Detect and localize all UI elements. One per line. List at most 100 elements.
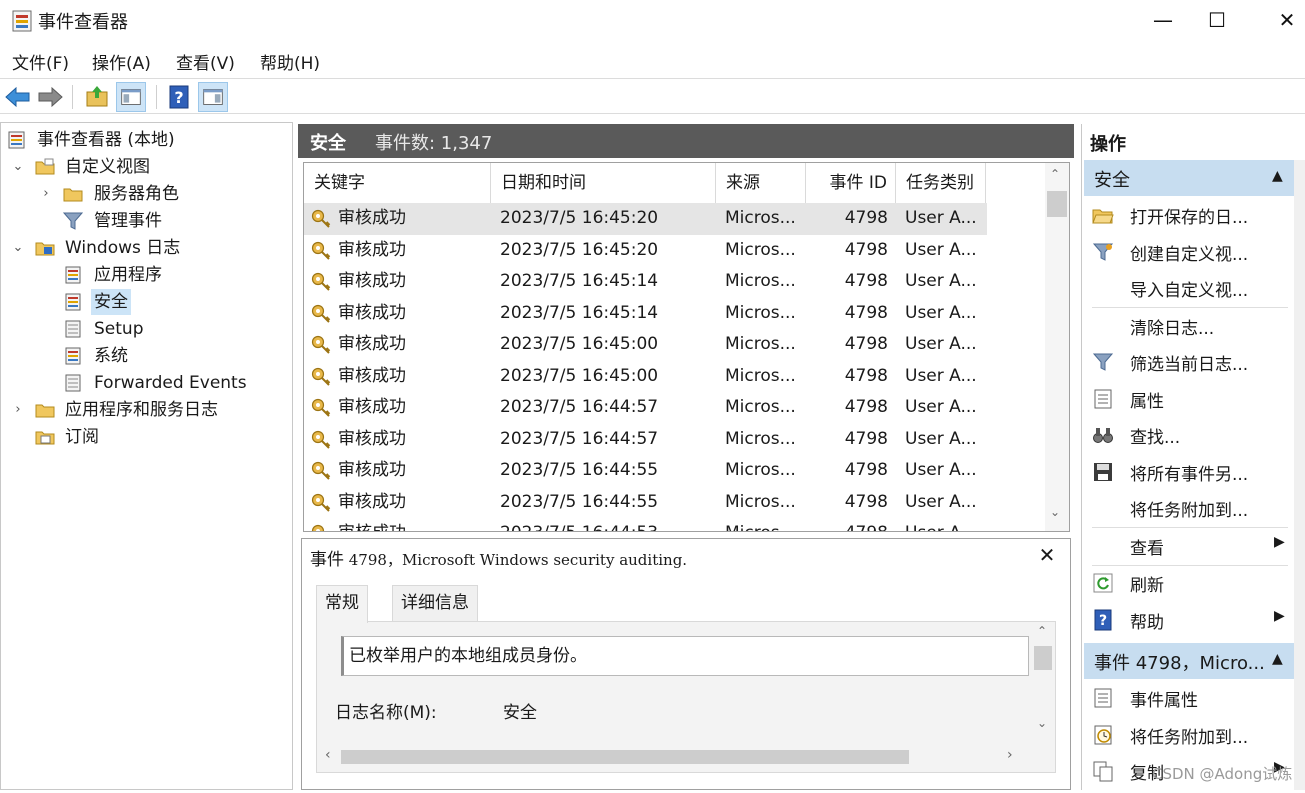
- close-window-button[interactable]: ✕: [1264, 0, 1305, 42]
- event-properties-icon: [1094, 688, 1112, 708]
- cell-event-id: 4798: [806, 518, 888, 531]
- scroll-up-arrow-icon[interactable]: ⌃: [1037, 624, 1047, 638]
- actions-pane: 操作 安全 ▲ 打开保存的日... 创建自定义视... 导入自定义视... 清除日志.…: [1081, 124, 1305, 790]
- tree-item-label: 订阅: [65, 427, 99, 447]
- audit-success-key-icon: [311, 272, 331, 291]
- table-row[interactable]: 审核成功 2023/7/5 16:44:57 Micros... 4798 User A…: [304, 392, 987, 424]
- cell-datetime: 2023/7/5 16:45:00: [500, 334, 659, 354]
- cell-datetime: 2023/7/5 16:45:00: [500, 365, 659, 386]
- scroll-thumb[interactable]: [1034, 646, 1052, 670]
- action-section-event[interactable]: 事件 4798，Micro... ▲: [1084, 643, 1294, 679]
- scroll-right-arrow-icon[interactable]: ›: [1007, 747, 1013, 763]
- scroll-thumb[interactable]: [341, 750, 909, 764]
- table-row[interactable]: 审核成功 2023/7/5 16:45:20 Micros... 4798 User A…: [304, 235, 987, 267]
- minimize-button[interactable]: —: [1140, 0, 1186, 42]
- back-arrow-icon[interactable]: [3, 82, 33, 112]
- close-detail-button[interactable]: ✕: [1036, 543, 1058, 567]
- menu-view[interactable]: 查看(V): [176, 49, 235, 74]
- menu-bar: 文件(F) 操作(A) 查看(V) 帮助(H): [0, 44, 1305, 78]
- cell-source: Micros...: [725, 334, 796, 354]
- scroll-left-arrow-icon[interactable]: ‹: [325, 747, 331, 763]
- action-item[interactable]: 查找...: [1084, 417, 1294, 453]
- maximize-button[interactable]: ☐: [1194, 0, 1240, 42]
- table-row[interactable]: 审核成功 2023/7/5 16:45:14 Micros... 4798 User A…: [304, 298, 987, 330]
- window-title: 事件查看器: [38, 12, 128, 33]
- action-item[interactable]: 将任务附加到...: [1084, 717, 1294, 753]
- table-row[interactable]: 审核成功 2023/7/5 16:45:00 Micros... 4798 User A…: [304, 329, 987, 361]
- event-viewer-app-icon: [12, 10, 32, 32]
- tab-details[interactable]: 详细信息: [392, 585, 478, 621]
- action-item[interactable]: 筛选当前日志...: [1084, 344, 1294, 380]
- table-row[interactable]: 审核成功 2023/7/5 16:45:00 Micros... 4798 User A…: [304, 361, 987, 393]
- help-icon[interactable]: ?: [164, 82, 194, 112]
- action-item[interactable]: 刷新: [1084, 565, 1294, 601]
- event-description-box[interactable]: 已枚举用户的本地组成员身份。: [341, 636, 1029, 676]
- cell-event-id: 4798: [844, 397, 888, 417]
- action-item[interactable]: ? 帮助 ▶: [1084, 602, 1294, 638]
- action-section-security[interactable]: 安全 ▲: [1084, 160, 1294, 196]
- cell-event-id: 4798: [844, 239, 888, 260]
- table-row[interactable]: 审核成功 2023/7/5 16:44:53 Micros...4798 User A…: [304, 518, 987, 531]
- chevron-down-icon[interactable]: ⌄: [11, 154, 25, 180]
- log-title: 安全: [310, 133, 346, 154]
- cell-datetime: 2023/7/5 16:44:57: [500, 428, 659, 449]
- chevron-down-icon[interactable]: ⌄: [11, 235, 25, 261]
- cell-datetime: 2023/7/5 16:45:14: [500, 271, 659, 291]
- table-row[interactable]: 审核成功 2023/7/5 16:44:57 Micros... 4798 User A…: [304, 424, 987, 456]
- detail-horizontal-scrollbar[interactable]: ‹ ›: [317, 742, 1031, 772]
- action-item[interactable]: 创建自定义视...: [1084, 234, 1294, 270]
- table-row[interactable]: 审核成功 2023/7/5 16:44:55 Micros... 4798 User A…: [304, 487, 987, 519]
- action-item[interactable]: 清除日志...: [1084, 308, 1294, 344]
- properties-icon: [1094, 389, 1112, 408]
- collapse-triangle-icon[interactable]: ▲: [1272, 168, 1283, 184]
- grid-vertical-scrollbar[interactable]: ⌃ ⌄: [1045, 163, 1069, 531]
- menu-action[interactable]: 操作(A): [92, 49, 151, 74]
- cell-keyword: 审核成功: [338, 397, 406, 417]
- cell-task-category: User A...: [905, 397, 977, 417]
- action-item[interactable]: 打开保存的日...: [1084, 197, 1294, 233]
- action-item[interactable]: 事件属性: [1084, 680, 1294, 716]
- chevron-right-icon[interactable]: ›: [39, 181, 53, 207]
- action-item[interactable]: 属性: [1084, 381, 1294, 417]
- action-item[interactable]: 查看 ▶: [1084, 528, 1294, 564]
- binoculars-icon: [1093, 428, 1113, 443]
- show-hide-console-tree-icon[interactable]: [116, 82, 146, 112]
- column-header-event-id[interactable]: 事件 ID: [806, 163, 896, 203]
- action-item[interactable]: 将所有事件另...: [1084, 454, 1294, 490]
- actions-vertical-scrollbar[interactable]: [1294, 160, 1305, 790]
- open-folder-up-icon[interactable]: [82, 82, 112, 112]
- audit-success-key-icon: [311, 209, 331, 228]
- svg-text:?: ?: [174, 88, 183, 107]
- forward-arrow-icon[interactable]: [35, 82, 65, 112]
- collapse-triangle-icon[interactable]: ▲: [1272, 651, 1283, 667]
- cell-source: Micros...: [725, 302, 796, 323]
- scroll-up-arrow-icon[interactable]: ⌃: [1050, 167, 1060, 181]
- tree-item-label: 应用程序和服务日志: [65, 400, 218, 420]
- table-row[interactable]: 审核成功 2023/7/5 16:44:55 Micros... 4798 User A…: [304, 455, 987, 487]
- tab-general[interactable]: 常规: [316, 585, 368, 623]
- action-item[interactable]: 导入自定义视...: [1084, 270, 1294, 306]
- cell-source: Micros...: [725, 518, 805, 531]
- cell-task-category: User A...: [905, 518, 985, 531]
- event-detail-title-text: 4798，Microsoft Windows security auditing…: [344, 551, 688, 569]
- column-header-source[interactable]: 来源: [716, 163, 806, 203]
- show-hide-action-pane-icon[interactable]: [198, 82, 228, 112]
- cell-event-id: 4798: [844, 460, 888, 480]
- menu-file[interactable]: 文件(F): [12, 49, 69, 74]
- column-header-task-category[interactable]: 任务类别: [896, 163, 986, 203]
- detail-vertical-scrollbar[interactable]: ⌃ ⌄: [1031, 622, 1055, 742]
- action-item[interactable]: 将任务附加到...: [1084, 490, 1294, 526]
- create-custom-view-icon: [1092, 243, 1114, 261]
- save-disk-icon: [1094, 462, 1112, 481]
- menu-help[interactable]: 帮助(H): [260, 49, 320, 74]
- cell-keyword: 审核成功: [338, 239, 406, 260]
- column-header-datetime[interactable]: 日期和时间: [491, 163, 716, 203]
- table-row[interactable]: 审核成功 2023/7/5 16:45:20 Micros... 4798 User A…: [304, 203, 987, 235]
- column-header-keyword[interactable]: 关键字: [304, 163, 491, 203]
- scroll-down-arrow-icon[interactable]: ⌄: [1037, 716, 1047, 730]
- audit-success-key-icon: [311, 367, 331, 386]
- scroll-thumb[interactable]: [1047, 191, 1067, 217]
- chevron-right-icon[interactable]: ›: [11, 397, 25, 423]
- scroll-down-arrow-icon[interactable]: ⌄: [1050, 505, 1060, 519]
- table-row[interactable]: 审核成功 2023/7/5 16:45:14 Micros... 4798 User A…: [304, 266, 987, 298]
